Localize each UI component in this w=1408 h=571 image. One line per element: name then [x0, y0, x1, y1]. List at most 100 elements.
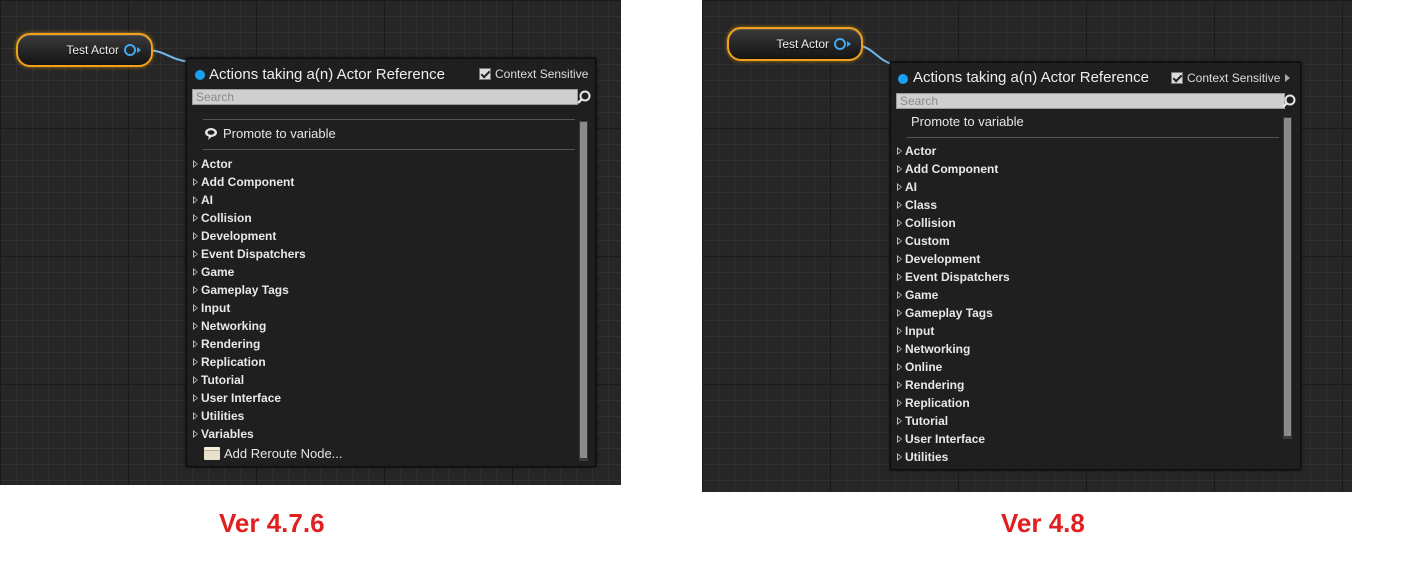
action-menu: Actions taking a(n) Actor Reference Cont… [890, 62, 1301, 470]
category-item[interactable]: Collision [897, 216, 956, 230]
expand-triangle-icon[interactable] [193, 376, 198, 384]
expand-triangle-icon[interactable] [897, 345, 902, 353]
category-item[interactable]: Add Component [897, 162, 998, 176]
category-item[interactable]: Rendering [897, 378, 964, 392]
search-input[interactable] [192, 89, 578, 105]
menu-title: Actions taking a(n) Actor Reference [913, 69, 1149, 86]
category-item[interactable]: Tutorial [897, 414, 948, 428]
expand-triangle-icon[interactable] [897, 327, 902, 335]
category-item[interactable]: Replication [193, 355, 266, 369]
expand-triangle-icon[interactable] [193, 412, 198, 420]
expand-triangle-icon[interactable] [897, 453, 902, 461]
category-item[interactable]: Game [193, 265, 234, 279]
expand-triangle-icon[interactable] [193, 160, 198, 168]
category-label: Event Dispatchers [201, 247, 306, 261]
expand-triangle-icon[interactable] [897, 363, 902, 371]
category-item[interactable]: Class [897, 198, 937, 212]
category-item[interactable]: Online [897, 360, 942, 374]
expand-triangle-icon[interactable] [897, 435, 902, 443]
output-pin-icon[interactable] [124, 44, 136, 56]
category-label: User Interface [905, 432, 986, 446]
context-sensitive-toggle[interactable]: Context Sensitive [1171, 71, 1291, 85]
expand-triangle-icon[interactable] [193, 232, 198, 240]
category-item[interactable]: Development [193, 229, 276, 243]
category-label: Networking [905, 342, 971, 356]
test-actor-node[interactable]: Test Actor [727, 27, 863, 61]
context-sensitive-toggle[interactable]: Context Sensitive [479, 67, 588, 81]
search-icon[interactable] [1281, 93, 1297, 109]
search-input[interactable] [896, 93, 1285, 109]
scrollbar[interactable] [1283, 117, 1292, 439]
expand-triangle-icon[interactable] [897, 381, 902, 389]
category-item[interactable]: Gameplay Tags [193, 283, 289, 297]
scrollbar-thumb[interactable] [580, 122, 587, 458]
category-item[interactable]: Networking [897, 342, 970, 356]
expand-triangle-icon[interactable] [193, 196, 198, 204]
test-actor-node[interactable]: Test Actor [16, 33, 153, 67]
category-item[interactable]: AI [897, 180, 917, 194]
expand-triangle-icon[interactable] [193, 214, 198, 222]
expand-triangle-icon[interactable] [193, 268, 198, 276]
category-item[interactable]: AI [193, 193, 213, 207]
expand-triangle-icon[interactable] [897, 291, 902, 299]
checkbox-checked-icon[interactable] [479, 68, 491, 80]
category-item[interactable]: Utilities [897, 450, 948, 464]
category-label: Tutorial [905, 414, 949, 428]
expand-triangle-icon[interactable] [193, 340, 198, 348]
expand-triangle-icon[interactable] [897, 273, 902, 281]
add-reroute-node-item[interactable]: Add Reroute Node... [204, 446, 343, 461]
version-label-left: Ver 4.7.6 [219, 508, 325, 538]
graph-canvas-right[interactable]: Test Actor Actions taking a(n) Actor Ref… [702, 0, 1352, 492]
expand-triangle-icon[interactable] [897, 309, 902, 317]
expand-triangle-icon[interactable] [897, 237, 902, 245]
promote-to-variable-item[interactable]: Promote to variable [911, 114, 1024, 129]
expand-triangle-icon[interactable] [193, 250, 198, 258]
expand-triangle-icon[interactable] [897, 165, 902, 173]
expand-triangle-icon[interactable] [193, 358, 198, 366]
category-item[interactable]: Development [897, 252, 980, 266]
expand-triangle-icon[interactable] [897, 417, 902, 425]
category-item[interactable]: Actor [193, 157, 232, 171]
expand-triangle-icon[interactable] [193, 430, 198, 438]
output-pin-icon[interactable] [834, 38, 846, 50]
expand-triangle-icon[interactable] [897, 183, 902, 191]
expand-triangle-icon[interactable] [193, 394, 198, 402]
category-item[interactable]: Gameplay Tags [897, 306, 993, 320]
category-item[interactable]: User Interface [193, 391, 281, 405]
category-item[interactable]: Collision [193, 211, 252, 225]
expand-triangle-icon[interactable] [897, 399, 902, 407]
expand-triangle-icon[interactable] [897, 219, 902, 227]
category-item[interactable]: Event Dispatchers [193, 247, 306, 261]
expand-triangle-icon[interactable] [897, 147, 902, 155]
graph-canvas-left[interactable]: Test Actor Actions taking a(n) Actor Ref… [0, 0, 621, 485]
expand-triangle-icon[interactable] [193, 304, 198, 312]
expand-triangle-icon[interactable] [193, 286, 198, 294]
promote-to-variable-item[interactable]: Promote to variable [204, 126, 336, 141]
expand-triangle-icon[interactable] [193, 178, 198, 186]
category-item[interactable]: Input [193, 301, 230, 315]
expand-triangle-icon[interactable] [897, 255, 902, 263]
category-label: Collision [905, 216, 956, 230]
category-item[interactable]: Game [897, 288, 938, 302]
category-item[interactable]: User Interface [897, 432, 985, 446]
category-item[interactable]: Input [897, 324, 934, 338]
category-label: Networking [201, 319, 267, 333]
category-item[interactable]: Replication [897, 396, 970, 410]
search-icon[interactable] [576, 89, 592, 105]
checkbox-checked-icon[interactable] [1171, 72, 1183, 84]
category-item[interactable]: Rendering [193, 337, 260, 351]
expand-arrow-icon[interactable] [1285, 74, 1291, 82]
category-item[interactable]: Add Component [193, 175, 294, 189]
category-item[interactable]: Event Dispatchers [897, 270, 1010, 284]
scrollbar-thumb[interactable] [1284, 118, 1291, 436]
category-item[interactable]: Networking [193, 319, 266, 333]
expand-triangle-icon[interactable] [897, 201, 902, 209]
scrollbar[interactable] [579, 121, 588, 461]
category-item[interactable]: Variables [193, 427, 254, 441]
category-label: Add Component [905, 162, 999, 176]
category-item[interactable]: Utilities [193, 409, 244, 423]
category-item[interactable]: Actor [897, 144, 936, 158]
category-item[interactable]: Tutorial [193, 373, 244, 387]
expand-triangle-icon[interactable] [193, 322, 198, 330]
category-item[interactable]: Custom [897, 234, 950, 248]
